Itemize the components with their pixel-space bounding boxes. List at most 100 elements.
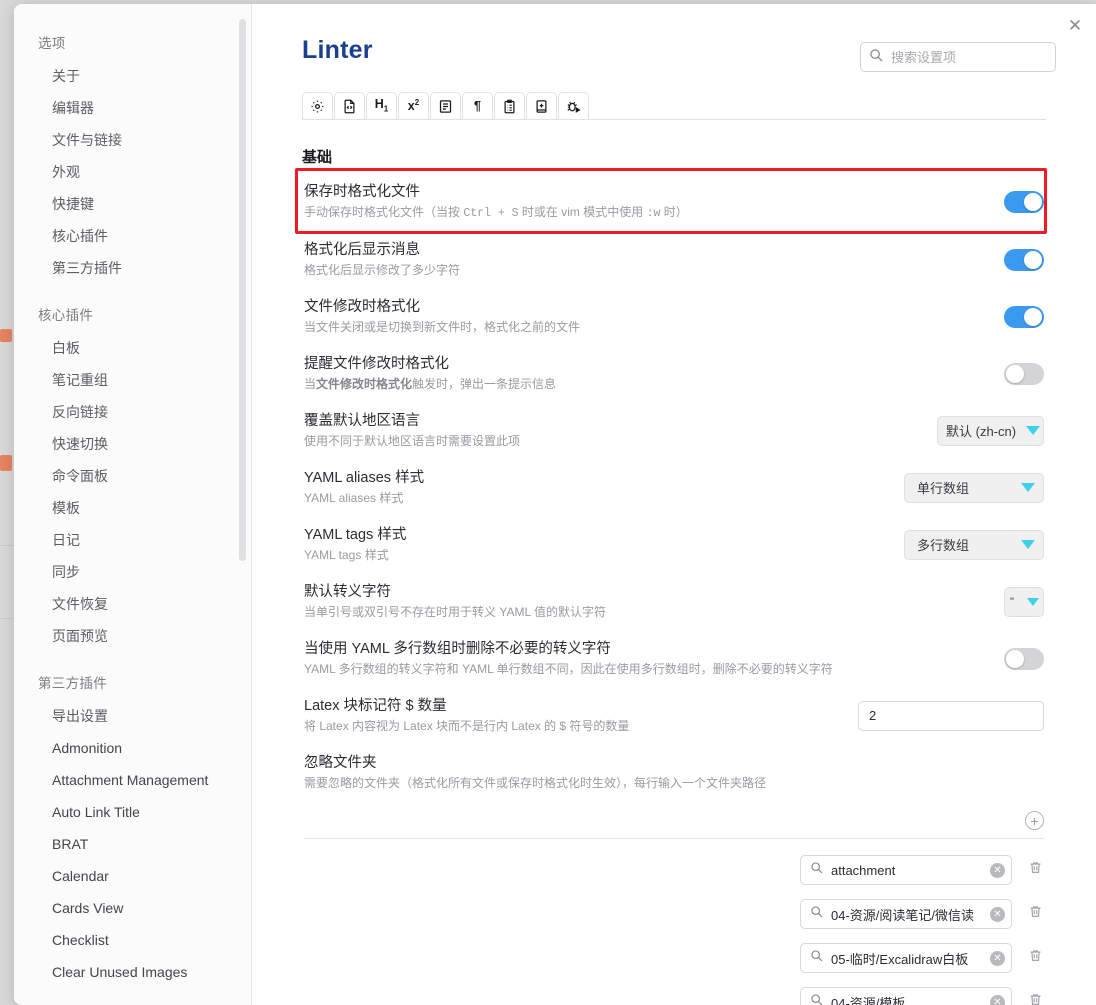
add-icon[interactable]: +: [1025, 811, 1044, 830]
sidebar-group-title: 核心插件: [38, 308, 94, 323]
settings-main-panel: ✕ Linter H1 x2 ¶ 基础 保存时格式化文件手动保存时格式化文件（当按 …: [252, 4, 1096, 1005]
sidebar-item-checklist[interactable]: Checklist: [14, 924, 251, 956]
delete-folder-button[interactable]: [1024, 947, 1046, 969]
chevron-down-icon: [1021, 540, 1035, 549]
sidebar-item-appearance[interactable]: 外观: [14, 156, 251, 188]
setting-label: 格式化后显示消息: [304, 242, 420, 258]
clear-icon[interactable]: ✕: [990, 906, 1005, 922]
tab-content[interactable]: [430, 92, 461, 119]
dropdown-yaml-tags-style[interactable]: 多行数组: [904, 529, 1044, 560]
search-input[interactable]: [891, 49, 1047, 65]
setting-info: YAML aliases 样式 YAML aliases 样式: [304, 468, 424, 507]
dropdown-default-escape-character[interactable]: ": [1004, 586, 1044, 617]
tab-spacing[interactable]: ¶: [462, 92, 493, 119]
sidebar-item-admonition[interactable]: Admonition: [14, 732, 251, 764]
sidebar-group-spacer: [14, 652, 251, 666]
tab-paste[interactable]: [494, 92, 525, 119]
setting-label: 默认转义字符: [304, 584, 391, 600]
desc-text: 手动保存时格式化文件（当按: [304, 205, 464, 219]
sidebar-item-cards-view[interactable]: Cards View: [14, 892, 251, 924]
sidebar-item-templates[interactable]: 模板: [14, 492, 251, 524]
sidebar-scrollbar-thumb[interactable]: [239, 19, 246, 561]
toggle-knob: [1006, 364, 1024, 383]
sidebar-item-attachment-management[interactable]: Attachment Management: [14, 764, 251, 796]
tab-debug[interactable]: [558, 92, 589, 119]
sidebar-item-brat[interactable]: BRAT: [14, 828, 251, 860]
sidebar-item-file-recovery[interactable]: 文件恢复: [14, 588, 251, 620]
sidebar-item-calendar[interactable]: Calendar: [14, 860, 251, 892]
sidebar-scrollbar[interactable]: [239, 4, 246, 1005]
tab-footnote[interactable]: x2: [398, 92, 429, 119]
folder-path-input[interactable]: [831, 862, 982, 878]
sidebar-item-files-links[interactable]: 文件与链接: [14, 124, 251, 156]
clear-icon[interactable]: ✕: [990, 950, 1005, 966]
delete-folder-button[interactable]: [1024, 859, 1046, 881]
folder-path-field[interactable]: ✕: [800, 943, 1012, 973]
sidebar-group-title: 第三方插件: [38, 676, 107, 691]
sidebar-item-outline[interactable]: 笔记重组: [14, 364, 251, 396]
setting-label: 当使用 YAML 多行数组时删除不必要的转义字符: [304, 641, 611, 657]
sidebar-item-clear-unused-images[interactable]: Clear Unused Images: [14, 956, 251, 988]
sidebar-item-auto-link-title[interactable]: Auto Link Title: [14, 796, 251, 828]
search-settings-box[interactable]: [860, 42, 1056, 72]
dropdown-override-locale[interactable]: 默认 (zh-cn): [937, 415, 1044, 446]
sidebar-item-command-palette[interactable]: 命令面板: [14, 460, 251, 492]
delete-folder-button[interactable]: [1024, 903, 1046, 925]
chevron-down-icon: [1021, 483, 1035, 492]
sidebar-group-title: 选项: [38, 36, 66, 51]
sidebar-item-quick-switcher[interactable]: 快速切换: [14, 428, 251, 460]
settings-window: 选项 关于 编辑器 文件与链接 外观 快捷键 核心插件 第三方插件 核心插件 白板 笔记重组 反向链接…: [0, 0, 1096, 1005]
tab-heading[interactable]: H1: [366, 92, 397, 119]
settings-tabbar: H1 x2 ¶: [302, 92, 1046, 120]
toggle-format-on-save[interactable]: [1004, 191, 1044, 213]
folder-path-input[interactable]: [831, 950, 982, 966]
file-code-icon: [342, 99, 357, 114]
folder-path-field[interactable]: ✕: [800, 855, 1012, 885]
sidebar-item-community-plugins[interactable]: 第三方插件: [14, 252, 251, 284]
background-artifact: [0, 329, 12, 342]
toggle-format-on-file-change[interactable]: [1004, 305, 1044, 328]
input-latex-block-dollar-count[interactable]: [858, 700, 1044, 731]
setting-info: 提醒文件修改时格式化 当文件修改时格式化触发时，弹出一条提示信息: [304, 354, 556, 393]
setting-info: 忽略文件夹 需要忽略的文件夹（格式化所有文件或保存时格式化时生效），每行输入一个文…: [304, 753, 766, 792]
clear-icon[interactable]: ✕: [990, 862, 1005, 878]
desc-text-mid: 时或在 vim 模式中使用: [518, 205, 647, 219]
sidebar-item-core-plugins[interactable]: 核心插件: [14, 220, 251, 252]
sidebar-item-about[interactable]: 关于: [14, 60, 251, 92]
setting-row-yaml-aliases-style: YAML aliases 样式 YAML aliases 样式 单行数组: [302, 459, 1046, 516]
trash-icon: [1028, 860, 1043, 880]
sidebar-item-page-preview[interactable]: 页面预览: [14, 620, 251, 652]
setting-row-default-escape-character: 默认转义字符当单引号或双引号不存在时用于转义 YAML 值的默认字符 ": [302, 573, 1046, 630]
folder-path-field[interactable]: ✕: [800, 987, 1012, 1005]
folder-path-input[interactable]: [831, 906, 982, 922]
sidebar-item-export-settings[interactable]: 导出设置: [14, 700, 251, 732]
close-icon[interactable]: ✕: [1060, 10, 1090, 40]
setting-label: 保存时格式化文件: [304, 184, 420, 200]
toggle-remove-unnecessary-escape-chars[interactable]: [1004, 647, 1044, 670]
list-text-icon: [438, 99, 453, 114]
tab-custom[interactable]: [526, 92, 557, 119]
setting-description: YAML 多行数组的转义字符和 YAML 单行数组不同，因此在使用多行数组时，删…: [304, 662, 833, 676]
tab-yaml[interactable]: [334, 92, 365, 119]
list-item: ✕: [302, 987, 1046, 1005]
toggle-notify-on-file-change-format[interactable]: [1004, 362, 1044, 385]
trash-icon: [1028, 904, 1043, 924]
setting-row-display-message-after-format: 格式化后显示消息格式化后显示修改了多少字符: [302, 231, 1046, 288]
folder-path-field[interactable]: ✕: [800, 899, 1012, 929]
sidebar-item-backlinks[interactable]: 反向链接: [14, 396, 251, 428]
sidebar-item-sync[interactable]: 同步: [14, 556, 251, 588]
setting-description: 当单引号或双引号不存在时用于转义 YAML 值的默认字符: [304, 605, 607, 619]
setting-description: 格式化后显示修改了多少字符: [304, 263, 461, 277]
sidebar-item-hotkeys[interactable]: 快捷键: [14, 188, 251, 220]
sidebar-item-editor[interactable]: 编辑器: [14, 92, 251, 124]
delete-folder-button[interactable]: [1024, 991, 1046, 1005]
sidebar-item-canvas[interactable]: 白板: [14, 332, 251, 364]
tab-general[interactable]: [302, 92, 333, 119]
clear-icon[interactable]: ✕: [990, 994, 1005, 1005]
page-title: Linter: [302, 36, 373, 64]
toggle-display-message-after-format[interactable]: [1004, 248, 1044, 271]
sidebar-item-daily-notes[interactable]: 日记: [14, 524, 251, 556]
folder-path-input[interactable]: [831, 994, 982, 1005]
dropdown-yaml-aliases-style[interactable]: 单行数组: [904, 472, 1044, 503]
search-icon: [810, 861, 823, 879]
